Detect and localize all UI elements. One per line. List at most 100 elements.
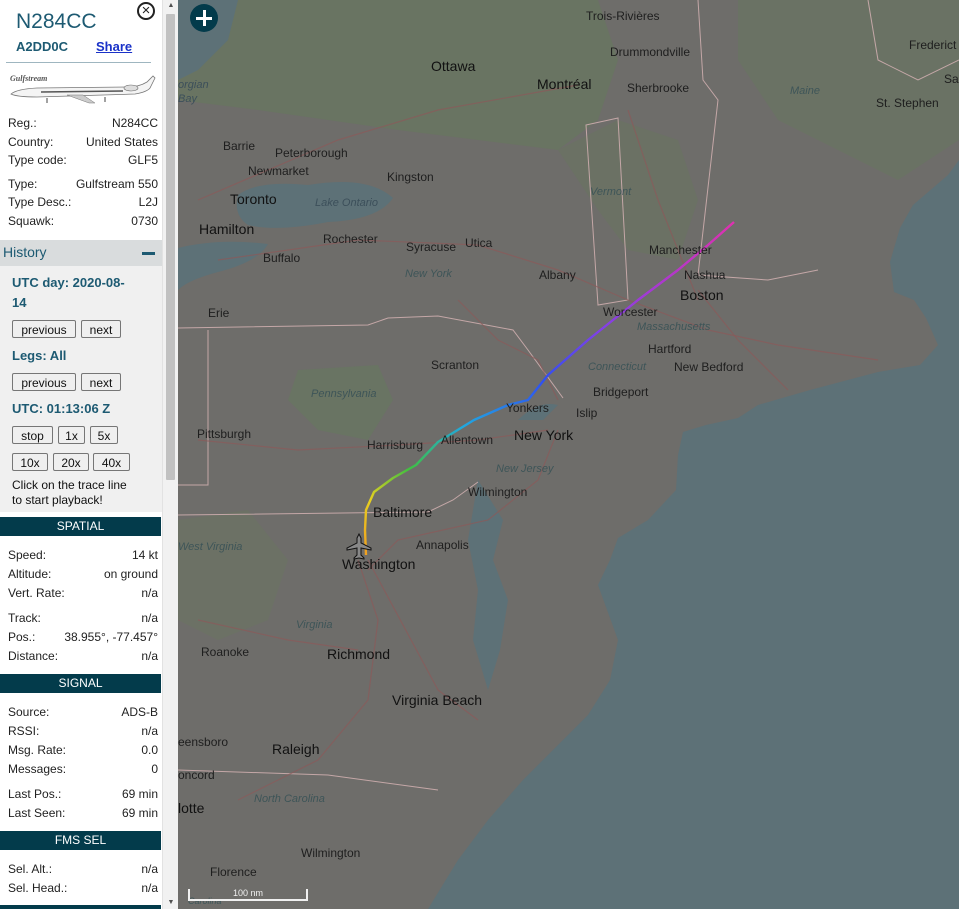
playback-hint: Click on the trace line to start playbac… [12, 478, 160, 508]
history-title: History [3, 244, 47, 260]
map-label: Baltimore [373, 504, 433, 520]
fms-header: FMS SEL [0, 831, 161, 850]
map-label: Wilmington [301, 846, 361, 860]
map-label: Connecticut [588, 361, 647, 373]
map-label: Bay [178, 93, 197, 105]
map-label: New York [514, 427, 574, 443]
map-label: Sai [944, 72, 959, 86]
speed-10x-button[interactable]: 10x [12, 453, 48, 471]
map-label: Raleigh [272, 741, 320, 757]
map-label: Yonkers [506, 401, 549, 415]
callsign-title: N284CC [16, 10, 97, 33]
map-label: Roanoke [201, 645, 250, 659]
map-label: Toronto [230, 191, 277, 207]
map-label: Virginia Beach [392, 692, 483, 708]
map-label: Montréal [537, 76, 592, 92]
sel-alt-row: Sel. Alt.: n/a [8, 862, 158, 876]
map-label: New Bedford [674, 360, 744, 374]
utc-day-label-cont: 14 [12, 295, 27, 310]
scrollbar-thumb[interactable] [166, 14, 175, 480]
map-view[interactable]: Trois-Rivières Drummondville Ottawa Mont… [178, 0, 959, 909]
leg-next-button[interactable]: next [81, 373, 121, 391]
divider [6, 62, 151, 63]
speed-5x-button[interactable]: 5x [90, 426, 118, 444]
spatial-header: SPATIAL [0, 517, 161, 536]
map-label: lotte [178, 800, 205, 816]
map-label: Richmond [327, 646, 391, 662]
map-label: Hamilton [199, 221, 255, 237]
map-label: Annapolis [416, 538, 469, 552]
map-label: Islip [576, 406, 598, 420]
map-label: Manchester [649, 243, 712, 257]
playback-hint-line2: to start playback! [12, 493, 103, 507]
map-label: New York [405, 268, 452, 280]
type-desc-row: Type Desc.: L2J [8, 195, 158, 209]
map-label: New Jersey [496, 463, 554, 475]
map-label: Allentown [441, 433, 494, 447]
share-link[interactable]: Share [96, 39, 132, 54]
utc-day-label: UTC day: 2020-08- [12, 275, 125, 290]
map-label: Trois-Rivières [586, 9, 660, 23]
map-label: Pennsylvania [311, 388, 377, 400]
icao-hex: A2DD0C [16, 39, 69, 54]
map-base [178, 0, 959, 909]
speed-row: Speed: 14 kt [8, 548, 158, 562]
last-pos-row: Last Pos.: 69 min [8, 787, 158, 801]
map-label: Lake Ontario [315, 197, 378, 209]
map-scale-label: 100 nm [232, 888, 264, 898]
scroll-up-icon[interactable]: ▲ [163, 0, 179, 12]
day-previous-button[interactable]: previous [12, 320, 76, 338]
reg-row: Reg.: N284CC [8, 116, 158, 130]
speed-40x-button[interactable]: 40x [93, 453, 130, 471]
last-seen-row: Last Seen: 69 min [8, 806, 158, 820]
aircraft-info-panel: N284CC × A2DD0C Share Gulfstream Reg.: N2… [0, 0, 162, 909]
source-row: Source: ADS-B [8, 705, 158, 719]
map-label: Vermont [590, 186, 632, 198]
playback-hint-line1: Click on the trace line [12, 478, 127, 492]
signal-header: SIGNAL [0, 674, 161, 693]
collapse-icon[interactable] [142, 252, 155, 255]
map-label: eensboro [178, 735, 229, 749]
distance-row: Distance: n/a [8, 649, 158, 663]
speed-1x-button[interactable]: 1x [58, 426, 85, 444]
map-label: Kingston [387, 170, 434, 184]
zoom-in-icon[interactable] [190, 4, 218, 32]
vert-rate-row: Vert. Rate: n/a [8, 586, 158, 600]
map-label: St. Stephen [876, 96, 939, 110]
map-label: Washington [342, 556, 416, 572]
speed-20x-button[interactable]: 20x [53, 453, 89, 471]
map-label: Buffalo [263, 251, 301, 265]
map-label: orgian [178, 79, 209, 91]
map-label: Barrie [223, 139, 256, 153]
sel-head-row: Sel. Head.: n/a [8, 881, 158, 895]
type-row: Type: Gulfstream 550 [8, 177, 158, 191]
sidebar-scrollbar[interactable]: ▲ ▼ [162, 0, 178, 909]
map-scale-bar: 100 nm [188, 888, 308, 901]
map-label: Peterborough [275, 146, 348, 160]
utc-time-label: UTC: 01:13:06 Z [12, 401, 111, 416]
photo-brand-text: Gulfstream [10, 74, 47, 83]
map-label: Virginia [296, 619, 333, 631]
messages-row: Messages: 0 [8, 762, 158, 776]
msg-rate-row: Msg. Rate: 0.0 [8, 743, 158, 757]
map-label: Florence [210, 865, 257, 879]
map-label: Newmarket [248, 164, 309, 178]
history-header[interactable]: History [0, 240, 162, 266]
map-label: Sherbrooke [627, 81, 690, 95]
next-section-header [0, 905, 161, 909]
close-icon[interactable]: × [137, 2, 155, 20]
leg-previous-button[interactable]: previous [12, 373, 76, 391]
map-label: Erie [208, 306, 230, 320]
track-row: Track: n/a [8, 611, 158, 625]
aircraft-photo[interactable]: Gulfstream [7, 70, 158, 108]
map-label: oncord [178, 768, 215, 782]
map-label: West Virginia [178, 541, 243, 553]
map-label: Rochester [323, 232, 378, 246]
map-label: Hartford [648, 342, 692, 356]
scroll-down-icon[interactable]: ▼ [163, 897, 179, 909]
type-code-row: Type code: GLF5 [8, 153, 158, 167]
stop-button[interactable]: stop [12, 426, 53, 444]
day-next-button[interactable]: next [81, 320, 121, 338]
map-label: Drummondville [610, 45, 691, 59]
altitude-row: Altitude: on ground [8, 567, 158, 581]
